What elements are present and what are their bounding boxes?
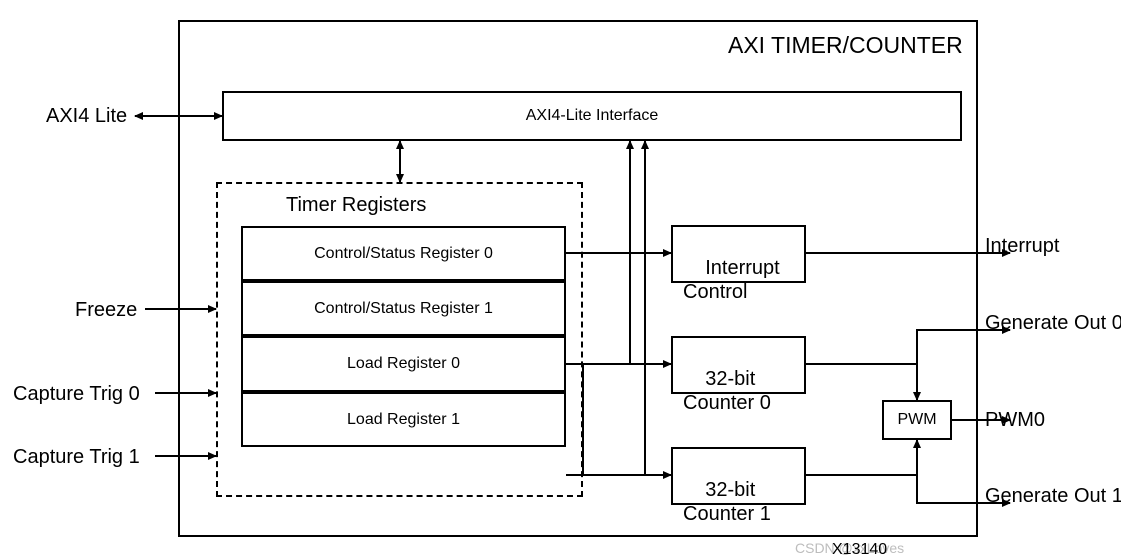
figure-id: X13140 <box>832 540 887 559</box>
counter1-block: 32-bit Counter 1 <box>671 447 806 505</box>
axi-interface-block: AXI4-Lite Interface <box>222 91 962 141</box>
register-csr0-label: Control/Status Register 0 <box>314 245 493 263</box>
port-capture-trig0: Capture Trig 0 <box>13 382 140 406</box>
counter0-block: 32-bit Counter 0 <box>671 336 806 394</box>
pwm-block: PWM <box>882 400 952 440</box>
axi-interface-label: AXI4-Lite Interface <box>526 107 659 125</box>
port-axi4-lite: AXI4 Lite <box>46 104 127 128</box>
port-freeze: Freeze <box>75 298 137 322</box>
pwm-label: PWM <box>897 411 936 429</box>
port-interrupt: Interrupt <box>985 234 1059 258</box>
diagram-title: AXI TIMER/COUNTER <box>728 32 963 60</box>
timer-registers-title: Timer Registers <box>286 193 426 217</box>
diagram-stage: AXI TIMER/COUNTER AXI4-Lite Interface Ti… <box>0 0 1121 560</box>
counter0-label: 32-bit Counter 0 <box>683 368 771 414</box>
register-load0-label: Load Register 0 <box>347 355 460 373</box>
port-capture-trig1: Capture Trig 1 <box>13 445 140 469</box>
port-generate-out0: Generate Out 0 <box>985 311 1121 335</box>
register-load0: Load Register 0 <box>241 336 566 392</box>
port-pwm0: PWM0 <box>985 408 1045 432</box>
interrupt-control-block: Interrupt Control <box>671 225 806 283</box>
register-load1-label: Load Register 1 <box>347 411 460 429</box>
register-csr1-label: Control/Status Register 1 <box>314 300 493 318</box>
counter1-label: 32-bit Counter 1 <box>683 479 771 525</box>
register-load1: Load Register 1 <box>241 392 566 447</box>
port-generate-out1: Generate Out 1 <box>985 484 1121 508</box>
register-csr1: Control/Status Register 1 <box>241 281 566 336</box>
register-csr0: Control/Status Register 0 <box>241 226 566 281</box>
